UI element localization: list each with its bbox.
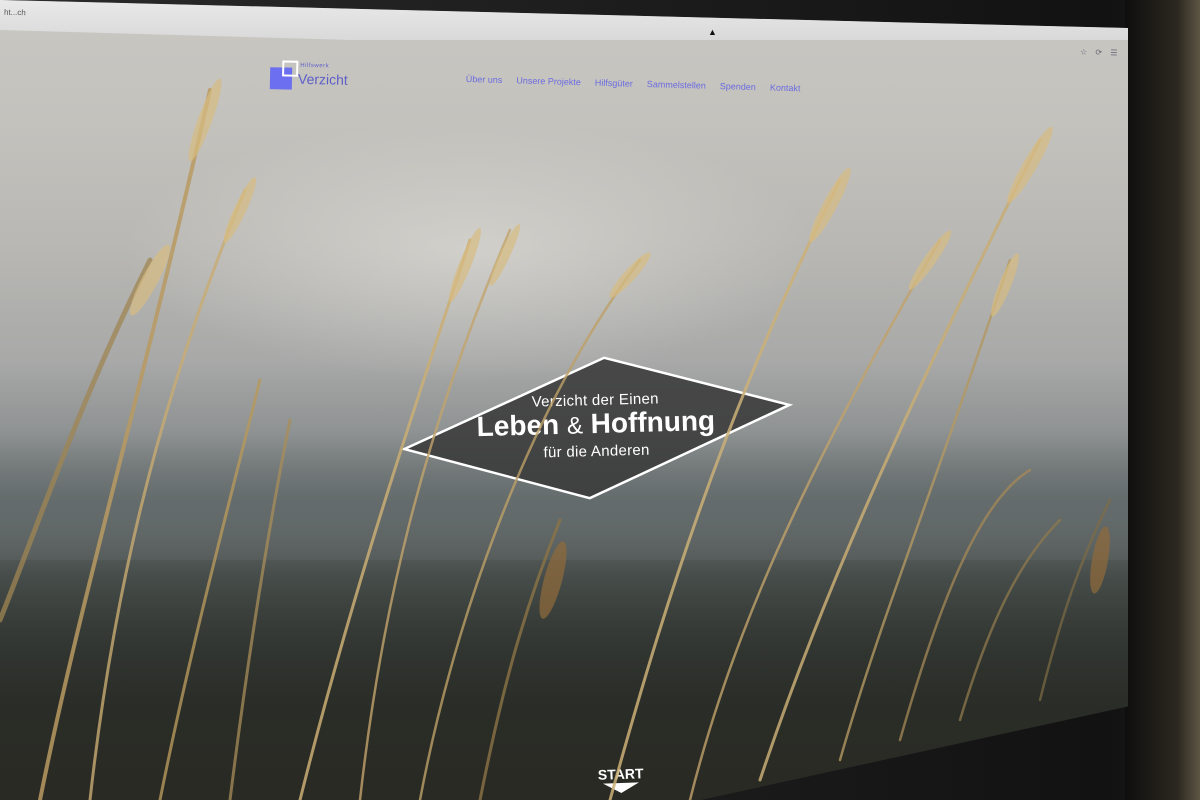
start-button[interactable]: START [595,765,646,800]
hero-headline-ampersand: & [566,412,584,440]
chevron-down-icon [603,782,640,794]
nav-item-kontakt[interactable]: Kontakt [770,82,801,93]
logo-small-text: Hilfswerk [300,62,330,70]
sky-glow [120,120,820,380]
monitor-bezel-right [1125,0,1200,800]
monitor-screen: ht...ch ☆ ⟳ ☰ Hilfswerk Verzicht Über un… [0,0,1128,800]
nav-item-ueber-uns[interactable]: Über uns [466,74,503,85]
start-label: START [597,765,644,783]
main-navigation: Über uns Unsere Projekte Hilfsgüter Samm… [466,74,801,93]
hero-diamond: Verzicht der Einen Leben & Hoffnung für … [396,351,796,507]
hero-headline-word-1: Leben [476,408,560,443]
photo-scene: ht...ch ☆ ⟳ ☰ Hilfswerk Verzicht Über un… [0,0,1200,800]
nav-item-sammelstellen[interactable]: Sammelstellen [647,79,706,91]
hero-headline-word-2: Hoffnung [590,404,716,440]
address-bar[interactable]: ht...ch [4,8,26,18]
nav-item-unsere-projekte[interactable]: Unsere Projekte [516,75,581,87]
logo-text: Hilfswerk Verzicht [297,63,348,88]
nav-item-spenden[interactable]: Spenden [720,81,756,92]
nav-item-hilfsgueter[interactable]: Hilfsgüter [595,78,633,89]
browser-toolbar-icons[interactable]: ☆ ⟳ ☰ [1079,48,1120,58]
logo-name: Verzicht [297,70,348,88]
site-logo[interactable]: Hilfswerk Verzicht [269,63,348,95]
logo-mark-icon [269,67,293,90]
mouse-cursor-icon: ▲ [708,27,717,37]
